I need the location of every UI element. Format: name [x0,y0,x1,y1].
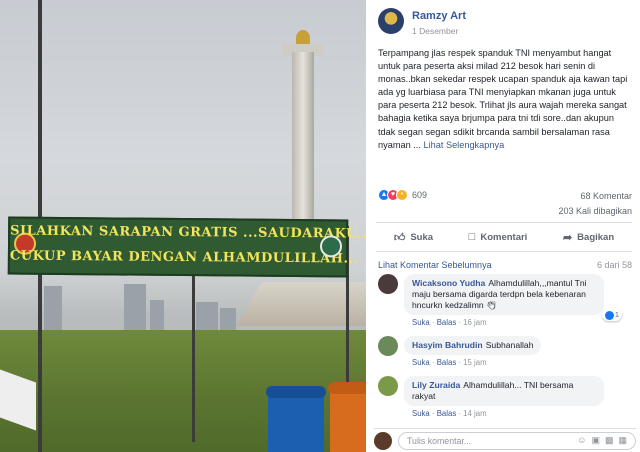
comment-text: Subhanallah [485,340,534,350]
comment-button[interactable]: □ Komentari [469,231,528,243]
post-photo[interactable]: SILAHKAN SARAPAN GRATIS ...SAUDARAKU... … [0,0,366,452]
commenter-avatar[interactable] [378,376,398,396]
like-button-label: Suka [410,231,434,243]
city-skyline [0,280,240,330]
comment-time[interactable]: 15 jam [463,358,486,367]
comment-item: Lily Zuraida Alhamdulillah... TNI bersama… [378,376,604,418]
like-button[interactable]: 👍︎ Suka [394,231,433,244]
commenter-name[interactable]: Hasyim Bahrudin [412,340,483,350]
current-user-avatar [374,431,392,450]
camera-icon[interactable]: ▣ [591,435,600,446]
comment-like-count: 1 [614,310,619,319]
commenter-name[interactable]: Wicaksono Yudha [412,278,485,288]
reaction-count: 609 [412,190,428,200]
comment-bubble: Lily Zuraida Alhamdulillah... TNI bersama… [404,376,604,406]
thumbs-up-icon: 👍︎ [393,231,406,244]
share-button-label: Bagikan [577,231,615,243]
gif-icon[interactable]: ▩ [605,435,614,446]
sticker-icon[interactable]: ▦ [618,435,627,446]
monas-monument [282,30,326,242]
comment-meta: Suka · Balas · 16 jam [412,318,487,327]
comment-reply-link[interactable]: Balas [437,409,457,418]
commenter-avatar[interactable] [378,274,398,294]
share-count[interactable]: 203 Kali dibagikan [558,206,632,216]
share-arrow-icon: ➦ [562,231,573,244]
banner-line-1: SILAHKAN SARAPAN GRATIS ...SAUDARAKU... [10,223,366,242]
comment-like-badge[interactable]: 1 [601,308,622,321]
comments-section: Lihat Komentar Sebelumnya 6 dari 58 Wica… [366,252,640,452]
comment-button-label: Komentari [480,231,528,243]
comment-like-link[interactable]: Suka [412,409,430,418]
comment-bubble: Hasyim Bahrudin Subhanallah [404,336,542,355]
blue-trash-bin [266,386,326,452]
comment-item: Hasyim Bahrudin Subhanallah Suka · Balas … [378,336,542,367]
author-name[interactable]: Ramzy Art [412,10,466,22]
comment-meta: Suka · Balas · 15 jam [412,358,487,367]
comment-like-link[interactable]: Suka [412,318,430,327]
share-button[interactable]: ➦ Bagikan [563,231,614,244]
banner-line-2: CUKUP BAYAR DENGAN ALHAMDULILLAH... [9,248,359,267]
commenter-name[interactable]: Lily Zuraida [412,380,460,390]
clap-emoji-icon: 👏︎ [486,300,497,310]
post-side-panel: Ramzy Art 1 Desember Terpampang jlas res… [366,0,640,452]
reactions-summary[interactable]: ▲ ♥ • 609 [378,189,427,201]
photo-banner: SILAHKAN SARAPAN GRATIS ...SAUDARAKU... … [7,216,366,278]
see-more-link[interactable]: Lihat Selengkapnya [423,140,504,150]
comment-input-placeholder: Tulis komentar... [407,435,472,446]
photo-viewer: SILAHKAN SARAPAN GRATIS ...SAUDARAKU... … [0,0,640,452]
emoji-icon[interactable]: ☺ [577,435,586,446]
post-caption: Terpampang jlas respek spanduk TNI menya… [378,47,632,152]
comment-count[interactable]: 68 Komentar [580,191,632,201]
post-time[interactable]: 1 Desember [412,26,466,36]
comment-reply-link[interactable]: Balas [437,318,457,327]
comment-bubble: Wicaksono Yudha Alhamdulillah,,,mantul Tn… [404,274,622,321]
comment-composer: Tulis komentar... ☺ ▣ ▩ ▦ [374,428,636,450]
comment-meta: Suka · Balas · 14 jam [412,409,487,418]
sad-reaction-icon: • [396,189,408,201]
like-badge-icon [604,310,614,320]
comments-count-of: 6 dari 58 [596,260,632,270]
post-caption-text: Terpampang jlas respek spanduk TNI menya… [378,48,628,150]
comment-reply-link[interactable]: Balas [437,358,457,367]
author-avatar[interactable] [378,8,404,34]
emblem-logo-icon [319,235,343,258]
comment-item: Wicaksono Yudha Alhamdulillah,,,mantul Tn… [378,274,622,327]
commenter-avatar[interactable] [378,336,398,356]
previous-comments-link[interactable]: Lihat Komentar Sebelumnya [378,260,492,270]
comment-time[interactable]: 16 jam [463,318,486,327]
comment-time[interactable]: 14 jam [463,409,486,418]
post-header: Ramzy Art 1 Desember [378,8,466,36]
speech-bubble-icon: □ [468,231,476,243]
comment-input[interactable]: Tulis komentar... ☺ ▣ ▩ ▦ [398,431,636,450]
post-action-bar: 👍︎ Suka □ Komentari ➦ Bagikan [376,222,632,252]
comment-like-link[interactable]: Suka [412,358,430,367]
orange-trash-bin [328,382,366,452]
